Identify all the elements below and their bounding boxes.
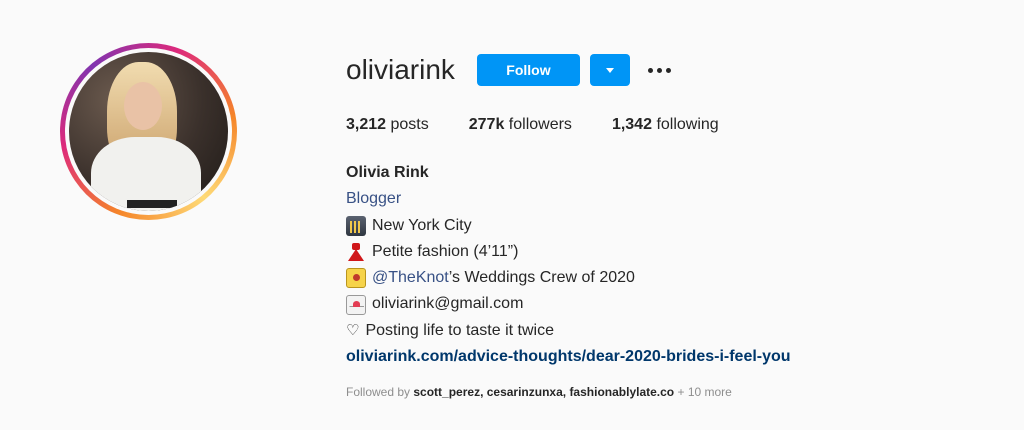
bio-knot-text: ’s Weddings Crew of 2020 <box>448 269 635 287</box>
following-count: 1,342 <box>611 116 652 133</box>
full-name: Olivia Rink <box>346 164 429 181</box>
bio-knot-line: @TheKnot ’s Weddings Crew of 2020 <box>346 265 791 291</box>
followers-stat[interactable]: 277k followers <box>469 116 572 134</box>
bio-website-link[interactable]: oliviarink.com/advice-thoughts/dear-2020… <box>346 344 791 370</box>
following-stat[interactable]: 1,342 following <box>612 116 719 134</box>
bio-email: oliviarink@gmail.com <box>372 295 524 313</box>
followed-by-more: + 10 more <box>677 385 732 399</box>
followers-label: followers <box>508 116 572 133</box>
posts-count: 3,212 <box>346 116 387 133</box>
posts-stat: 3,212 posts <box>346 116 429 134</box>
suggestions-dropdown-button[interactable] <box>589 54 630 86</box>
bio-tagline-line: ♡ Posting life to taste it twice <box>346 318 791 344</box>
bio-location: New York City <box>372 216 472 234</box>
chevron-down-icon <box>605 67 614 73</box>
following-label: following <box>656 116 719 133</box>
profile-avatar[interactable] <box>60 43 237 220</box>
medal-icon <box>346 268 366 289</box>
bio-email-line: oliviarink@gmail.com <box>346 291 791 317</box>
avatar-image <box>69 52 228 211</box>
profile-stats: 3,212 posts 277k followers 1,342 followi… <box>346 116 759 134</box>
love-letter-icon <box>346 294 366 315</box>
followers-count: 277k <box>468 116 505 133</box>
profile-bio: Olivia Rink Blogger New York City Petite… <box>346 160 791 370</box>
bio-tagline: Posting life to taste it twice <box>365 321 554 339</box>
follow-button[interactable]: Follow <box>476 54 580 86</box>
followed-by[interactable]: Followed by scott_perez, cesarinzunxa, f… <box>346 385 732 399</box>
bio-fashion-line: Petite fashion (4’11”) <box>346 239 791 265</box>
heart-icon: ♡ <box>346 321 360 339</box>
bio-location-line: New York City <box>346 213 791 239</box>
posts-label: posts <box>390 116 429 133</box>
profile-header: oliviarink Follow <box>346 52 675 88</box>
night-city-icon <box>346 215 366 236</box>
bio-fashion: Petite fashion (4’11”) <box>372 242 519 260</box>
more-options-icon[interactable] <box>644 54 675 86</box>
theknot-mention-link[interactable]: @TheKnot <box>372 265 449 291</box>
username: oliviarink <box>346 54 455 85</box>
category-label: Blogger <box>346 190 402 208</box>
followed-by-users: scott_perez, cesarinzunxa, fashionablyla… <box>413 385 675 399</box>
followed-by-prefix: Followed by <box>346 385 411 399</box>
dress-icon <box>346 242 366 262</box>
